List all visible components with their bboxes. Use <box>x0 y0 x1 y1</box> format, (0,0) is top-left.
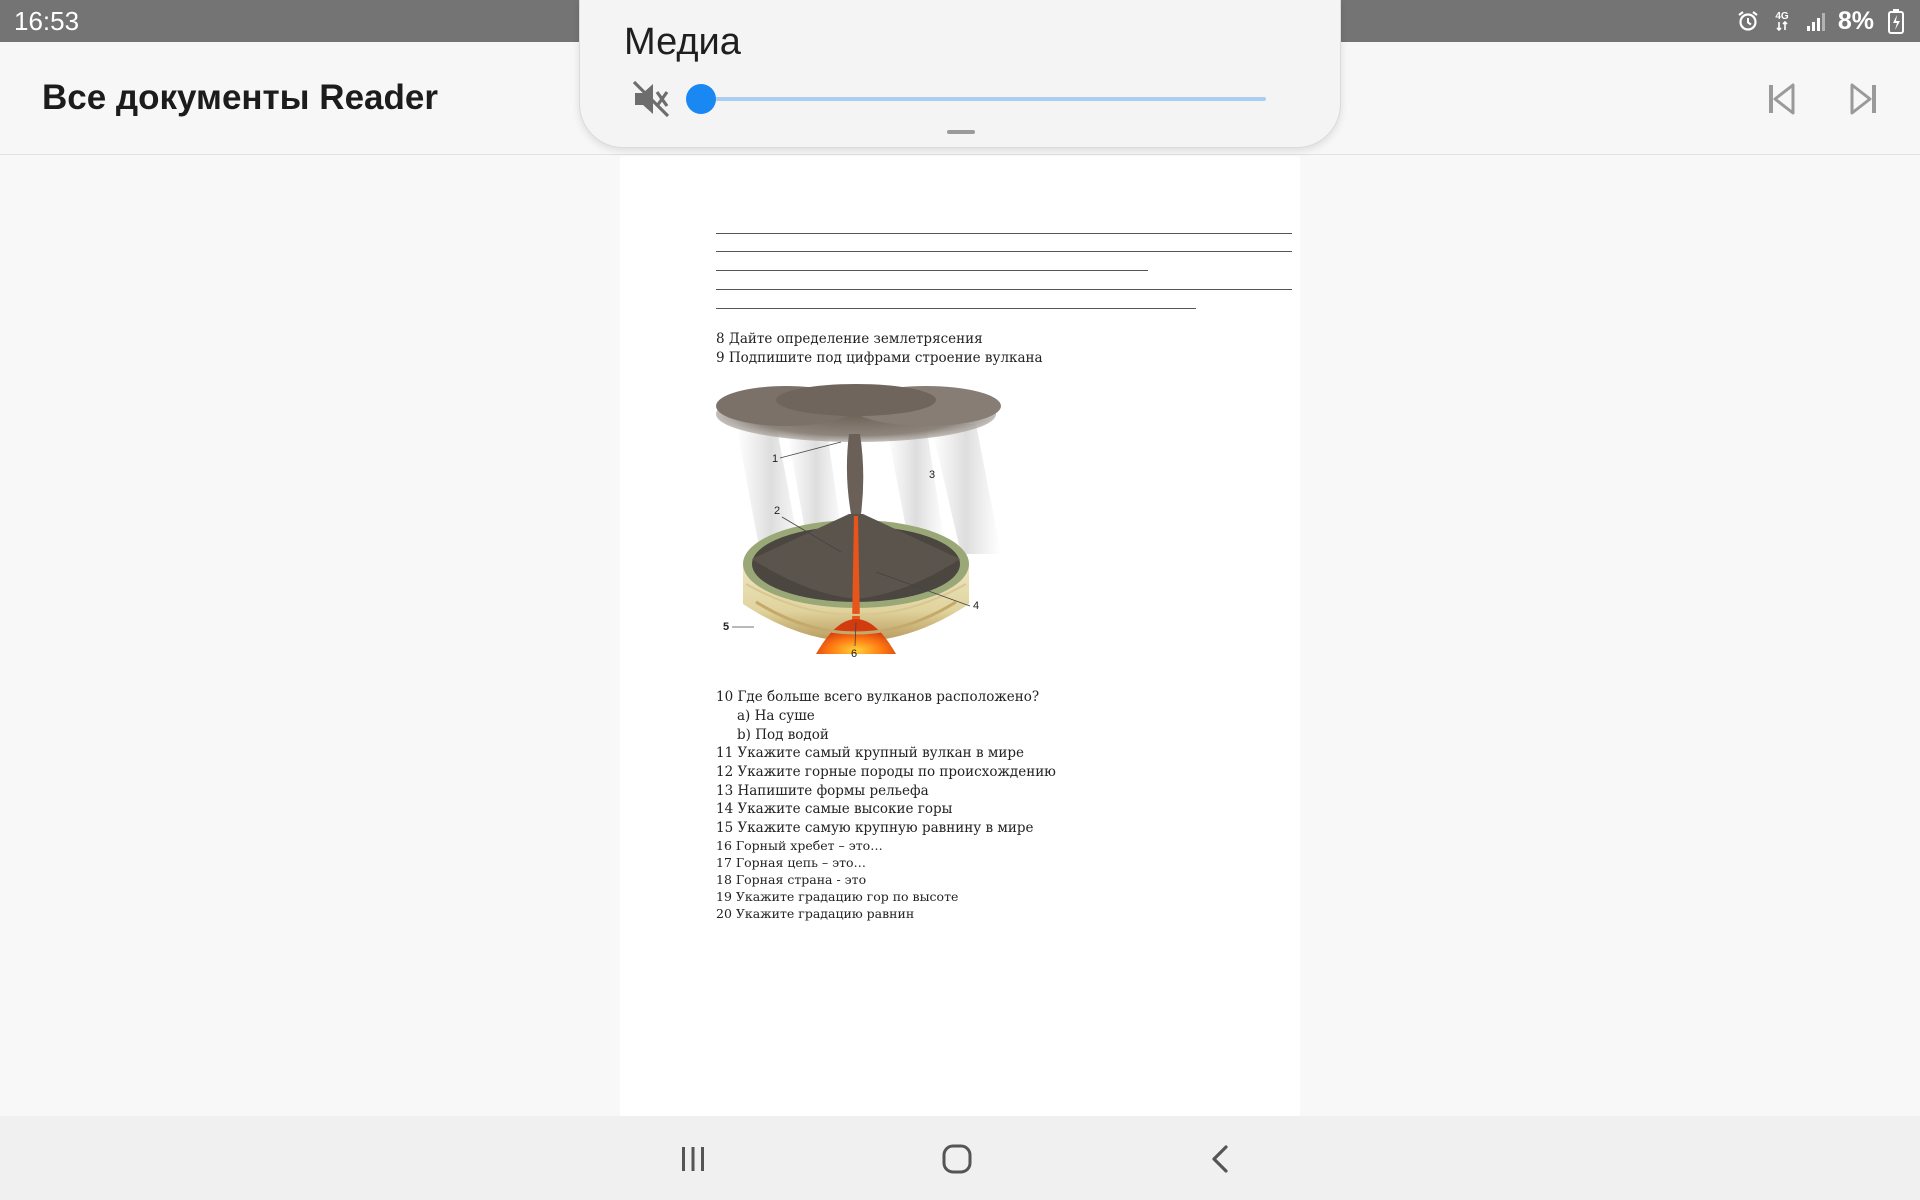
svg-text:6: 6 <box>851 648 857 660</box>
svg-text:5: 5 <box>723 621 729 633</box>
4g-data-icon: 4G <box>1770 9 1794 33</box>
document-viewer[interactable]: 8 Дайте определение землетрясения 9 Подп… <box>0 156 1920 1116</box>
home-icon[interactable] <box>930 1132 984 1186</box>
media-volume-panel: Медиа <box>579 0 1341 148</box>
volcano-diagram: 1 2 3 4 5 6 <box>716 384 1006 664</box>
signal-icon <box>1804 9 1828 33</box>
svg-text:1: 1 <box>772 453 778 465</box>
option-b: b) Под водой <box>737 727 829 743</box>
battery-charging-icon <box>1884 9 1908 34</box>
app-title: Все документы Reader <box>42 78 438 117</box>
svg-text:4G: 4G <box>1775 11 1789 22</box>
question-18: 18 Горная страна - это <box>716 872 867 887</box>
media-title: Медиа <box>624 21 741 63</box>
alarm-icon <box>1736 9 1760 33</box>
answer-line <box>716 289 1292 290</box>
answer-line <box>716 308 1196 309</box>
question-12: 12 Укажите горные породы по происхождени… <box>716 764 1056 780</box>
system-navigation-bar <box>0 1116 1920 1200</box>
question-14: 14 Укажите самые высокие горы <box>716 801 953 817</box>
question-9: 9 Подпишите под цифрами строение вулкана <box>716 350 1043 366</box>
question-8: 8 Дайте определение землетрясения <box>716 331 983 347</box>
question-15: 15 Укажите самую крупную равнину в мире <box>716 820 1034 836</box>
battery-percent: 8% <box>1837 6 1874 35</box>
panel-drag-handle[interactable] <box>947 130 975 134</box>
status-time: 16:53 <box>14 6 80 36</box>
question-13: 13 Напишите формы рельефа <box>716 783 929 799</box>
svg-text:4: 4 <box>973 600 979 612</box>
back-icon[interactable] <box>1194 1132 1248 1186</box>
answer-line <box>716 233 1292 234</box>
document-page[interactable]: 8 Дайте определение землетрясения 9 Подп… <box>620 156 1300 1116</box>
question-20: 20 Укажите градацию равнин <box>716 906 915 921</box>
option-a: a) На суше <box>737 708 815 724</box>
skip-previous-icon[interactable] <box>1760 78 1802 120</box>
question-17: 17 Горная цепь – это… <box>716 855 867 870</box>
answer-line <box>716 251 1292 252</box>
svg-text:2: 2 <box>774 505 780 517</box>
volume-track <box>702 97 1266 101</box>
recents-icon[interactable] <box>666 1132 720 1186</box>
question-16: 16 Горный хребет – это… <box>716 838 883 853</box>
volume-slider[interactable] <box>686 84 1266 114</box>
svg-text:3: 3 <box>929 469 935 481</box>
volume-muted-icon[interactable] <box>629 77 673 121</box>
question-11: 11 Укажите самый крупный вулкан в мире <box>716 745 1024 761</box>
question-10: 10 Где больше всего вулканов расположено… <box>716 689 1040 705</box>
volume-thumb[interactable] <box>686 84 716 114</box>
answer-line <box>716 270 1148 271</box>
skip-next-icon[interactable] <box>1843 78 1885 120</box>
question-19: 19 Укажите градацию гор по высоте <box>716 889 959 904</box>
status-icons: 4G 8% <box>1736 7 1908 35</box>
